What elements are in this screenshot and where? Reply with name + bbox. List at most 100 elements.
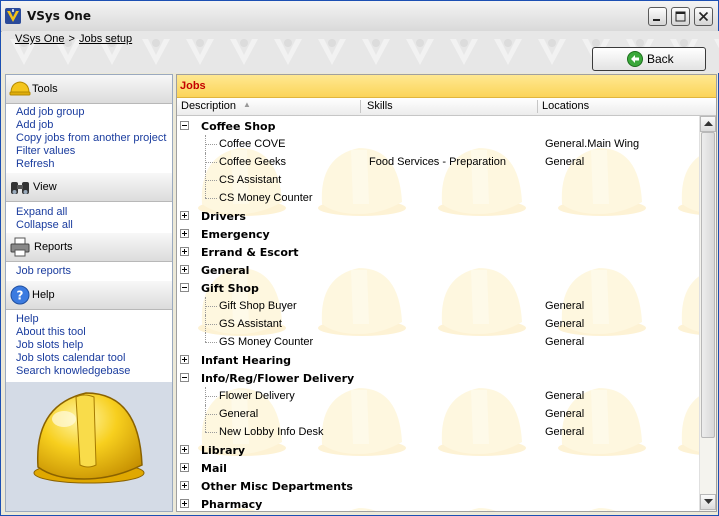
expand-toggle-icon[interactable] — [180, 499, 189, 508]
expand-toggle-icon[interactable] — [180, 265, 189, 274]
job-group-name: Pharmacy — [201, 498, 263, 511]
collapse-toggle-icon[interactable] — [180, 283, 189, 292]
job-name: CS Money Counter — [219, 192, 313, 204]
add-job-group-link[interactable]: Add job group — [16, 106, 172, 119]
expand-toggle-icon[interactable] — [180, 481, 189, 490]
job-name: Flower Delivery — [219, 390, 295, 402]
view-section-label: View — [33, 181, 57, 193]
maximize-button[interactable] — [671, 7, 690, 26]
job-row[interactable]: General General — [177, 405, 699, 423]
job-group-row[interactable]: Gift Shop — [177, 279, 699, 297]
job-group-name: Info/Reg/Flower Delivery — [201, 372, 355, 385]
expand-toggle-icon[interactable] — [180, 445, 189, 454]
tree-connector — [205, 324, 217, 325]
reports-section-header[interactable]: Reports — [6, 233, 172, 262]
about-this-tool-link[interactable]: About this tool — [16, 326, 172, 339]
job-location: General — [545, 336, 585, 348]
job-group-row[interactable]: Info/Reg/Flower Delivery — [177, 369, 699, 387]
collapse-toggle-icon[interactable] — [180, 121, 189, 130]
reports-section-label: Reports — [34, 241, 73, 253]
job-group-name: Infant Hearing — [201, 354, 292, 367]
job-group-name: Emergency — [201, 228, 270, 241]
expand-toggle-icon[interactable] — [180, 355, 189, 364]
column-divider[interactable] — [360, 100, 361, 113]
scroll-up-icon — [704, 121, 713, 126]
job-group-row[interactable]: Errand & Escort — [177, 243, 699, 261]
job-row[interactable]: GS Money Counter General — [177, 333, 699, 351]
job-name: Gift Shop Buyer — [219, 300, 297, 312]
back-button-label: Back — [647, 52, 674, 66]
collapse-all-link[interactable]: Collapse all — [16, 219, 172, 232]
column-skills[interactable]: Skills — [367, 100, 393, 112]
jobs-panel-header: Jobs — [177, 75, 716, 98]
expand-toggle-icon[interactable] — [180, 211, 189, 220]
refresh-link[interactable]: Refresh — [16, 158, 172, 171]
expand-toggle-icon[interactable] — [180, 247, 189, 256]
copy-jobs-link[interactable]: Copy jobs from another project — [16, 132, 172, 145]
close-button[interactable] — [694, 7, 713, 26]
job-slots-help-link[interactable]: Job slots help — [16, 339, 172, 352]
expand-toggle-icon[interactable] — [180, 463, 189, 472]
view-section-header[interactable]: View — [6, 173, 172, 202]
job-row[interactable]: Gift Shop Buyer General — [177, 297, 699, 315]
job-row[interactable]: New Lobby Info Desk General — [177, 423, 699, 441]
job-name: GS Money Counter — [219, 336, 314, 348]
tools-section-header[interactable]: Tools — [6, 75, 172, 104]
job-group-row[interactable]: General — [177, 261, 699, 279]
jobs-panel: Jobs Description ▲ Skills Locations Coff… — [176, 74, 717, 512]
tree-connector — [205, 414, 217, 415]
job-reports-link[interactable]: Job reports — [16, 265, 172, 278]
job-location: General — [545, 426, 585, 438]
maximize-icon — [675, 11, 686, 22]
scroll-down-button[interactable] — [700, 494, 716, 510]
jobs-panel-title: Jobs — [180, 80, 206, 92]
title-bar[interactable]: VSys One — [1, 1, 718, 32]
job-slots-calendar-tool-link[interactable]: Job slots calendar tool — [16, 352, 172, 365]
job-group-row[interactable]: Infant Hearing — [177, 351, 699, 369]
breadcrumb-root-link[interactable]: VSys One — [15, 33, 65, 45]
sort-ascending-icon: ▲ — [243, 100, 251, 109]
back-button[interactable]: Back — [592, 47, 706, 71]
filter-values-link[interactable]: Filter values — [16, 145, 172, 158]
add-job-link[interactable]: Add job — [16, 119, 172, 132]
job-row[interactable]: Coffee Geeks Food Services - Preparation G… — [177, 153, 699, 171]
job-row[interactable]: Coffee COVE General.Main Wing — [177, 135, 699, 153]
job-row[interactable]: Flower Delivery General — [177, 387, 699, 405]
minimize-button[interactable] — [648, 7, 667, 26]
help-section-header[interactable]: ? Help — [6, 281, 172, 310]
scroll-up-button[interactable] — [700, 116, 716, 132]
job-row[interactable]: GS Assistant General — [177, 315, 699, 333]
job-group-name: Errand & Escort — [201, 246, 299, 259]
printer-icon — [10, 237, 30, 257]
job-group-row[interactable]: Pharmacy — [177, 495, 699, 511]
job-group-row[interactable]: Emergency — [177, 225, 699, 243]
job-group-row[interactable]: Other Misc Departments — [177, 477, 699, 495]
hard-hat-illustration — [33, 392, 145, 484]
vertical-scrollbar[interactable] — [699, 116, 716, 511]
expand-all-link[interactable]: Expand all — [16, 206, 172, 219]
tree-connector — [205, 432, 217, 433]
column-locations[interactable]: Locations — [542, 100, 589, 112]
help-link[interactable]: Help — [16, 313, 172, 326]
job-row[interactable]: CS Money Counter — [177, 189, 699, 207]
tools-section-label: Tools — [32, 83, 58, 95]
help-icon: ? — [10, 285, 30, 305]
reports-links: Job reports — [6, 262, 172, 283]
breadcrumb-current-link[interactable]: Jobs setup — [79, 33, 132, 45]
tree-connector — [205, 180, 217, 181]
job-row[interactable]: CS Assistant — [177, 171, 699, 189]
scrollbar-thumb[interactable] — [701, 132, 715, 438]
job-group-row[interactable]: Drivers — [177, 207, 699, 225]
job-location: General — [545, 156, 585, 168]
expand-toggle-icon[interactable] — [180, 229, 189, 238]
minimize-icon — [653, 19, 660, 21]
column-description[interactable]: Description — [181, 100, 236, 112]
job-group-row[interactable]: Library — [177, 441, 699, 459]
job-group-name: Mail — [201, 462, 227, 475]
column-divider[interactable] — [537, 100, 538, 113]
tree-connector — [205, 396, 217, 397]
collapse-toggle-icon[interactable] — [180, 373, 189, 382]
job-group-row[interactable]: Coffee Shop — [177, 117, 699, 135]
job-group-name: Drivers — [201, 210, 246, 223]
job-group-row[interactable]: Mail — [177, 459, 699, 477]
